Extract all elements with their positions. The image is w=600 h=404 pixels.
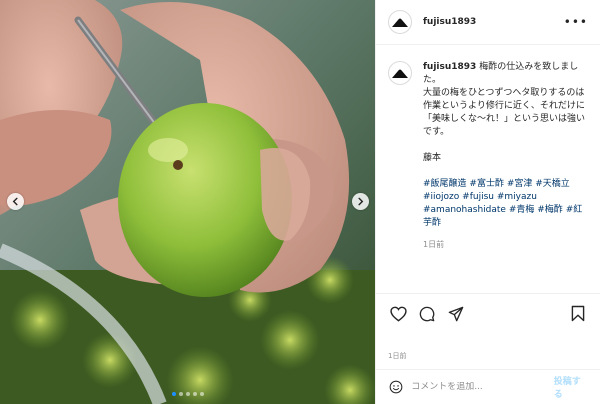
hashtag-link[interactable]: #miyazu xyxy=(497,192,537,202)
carousel-dot xyxy=(192,392,197,396)
caption-body: fujisu1893 梅酢の仕込みを致しました。 大量の梅をひとつずつヘタ取りす… xyxy=(423,61,588,293)
hashtag-list: #飯尾醸造 #富士酢 #宮津 #天橋立 #iiojozo #fujisu #mi… xyxy=(423,178,588,230)
chevron-left-icon xyxy=(12,197,18,206)
smiley-icon xyxy=(389,380,402,394)
avatar[interactable] xyxy=(388,10,412,34)
hashtag-link[interactable]: #fujisu xyxy=(462,192,494,202)
caption-avatar[interactable] xyxy=(388,61,412,85)
instagram-post: fujisu1893 ••• fujisu1893 梅酢の仕込みを致しました。 … xyxy=(0,0,600,404)
action-bar xyxy=(376,293,600,333)
caption-signature: 藤本 xyxy=(423,153,442,163)
save-button[interactable] xyxy=(568,304,588,324)
caption-line-2: 大量の梅をひとつずつヘタ取りするのは作業というより修行に近く、それだけに「美味し… xyxy=(423,88,586,137)
carousel-prev-button[interactable] xyxy=(7,193,24,210)
hashtag-link[interactable]: #天橋立 xyxy=(535,179,570,189)
comment-bar: 投稿する xyxy=(376,369,600,404)
post-header: fujisu1893 ••• xyxy=(376,0,600,45)
hashtag-link[interactable]: #宮津 xyxy=(507,179,533,189)
mountain-logo-icon xyxy=(392,69,408,78)
share-button[interactable] xyxy=(446,304,466,324)
post-side-panel: fujisu1893 ••• fujisu1893 梅酢の仕込みを致しました。 … xyxy=(375,0,600,404)
more-options-icon[interactable]: ••• xyxy=(564,16,588,28)
post-photo xyxy=(0,0,375,404)
carousel-dot xyxy=(199,392,204,396)
comment-button[interactable] xyxy=(417,304,437,324)
hashtag-link[interactable]: #富士酢 xyxy=(469,179,504,189)
hashtag-link[interactable]: #amanohashidate xyxy=(423,205,506,215)
likes-area xyxy=(376,333,600,351)
hashtag-link[interactable]: #梅酢 xyxy=(537,205,563,215)
bookmark-icon xyxy=(571,305,585,322)
carousel-dot xyxy=(171,392,176,396)
like-button[interactable] xyxy=(388,304,408,324)
header-username[interactable]: fujisu1893 xyxy=(423,17,476,27)
hashtag-link[interactable]: #飯尾醸造 xyxy=(423,179,467,189)
hashtag-link[interactable]: #iiojozo xyxy=(423,192,459,202)
carousel-dot xyxy=(178,392,183,396)
caption-time[interactable]: 1日前 xyxy=(423,238,588,251)
paper-plane-icon xyxy=(448,306,464,321)
carousel-next-button[interactable] xyxy=(352,193,369,210)
caption-username[interactable]: fujisu1893 xyxy=(423,62,476,72)
carousel-dot xyxy=(185,392,190,396)
caption-area: fujisu1893 梅酢の仕込みを致しました。 大量の梅をひとつずつヘタ取りす… xyxy=(376,45,600,293)
comment-input[interactable] xyxy=(411,382,554,392)
mountain-logo-icon xyxy=(392,18,408,27)
comment-bubble-icon xyxy=(419,306,435,321)
post-timestamp[interactable]: 1日前 xyxy=(376,351,600,369)
caption-text: fujisu1893 梅酢の仕込みを致しました。 大量の梅をひとつずつヘタ取りす… xyxy=(423,61,588,139)
carousel-indicator xyxy=(0,392,375,396)
hashtag-link[interactable]: #青梅 xyxy=(509,205,535,215)
post-comment-button[interactable]: 投稿する xyxy=(554,374,588,400)
post-media[interactable] xyxy=(0,0,375,404)
chevron-right-icon xyxy=(358,197,364,206)
emoji-button[interactable] xyxy=(388,379,403,395)
heart-icon xyxy=(389,306,407,322)
